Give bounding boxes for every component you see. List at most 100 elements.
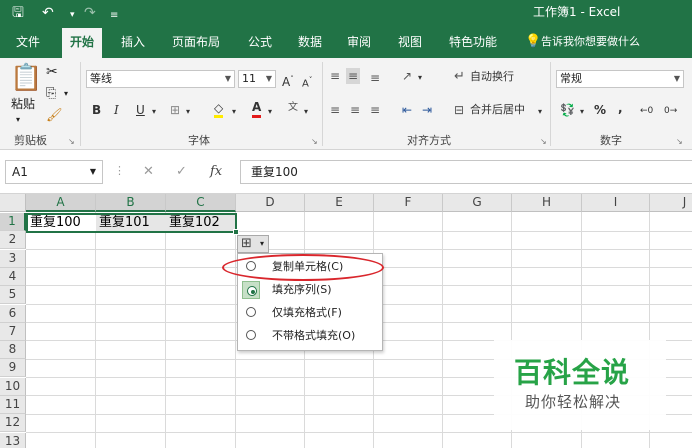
copy-icon[interactable]: ⎘ [46, 86, 56, 102]
customize-toolbar-icon[interactable]: ≡ [110, 6, 118, 26]
menu-item-fill-formatting-only[interactable]: 仅填充格式(F) [238, 302, 382, 324]
merge-center-icon[interactable]: ⊟ [454, 102, 464, 118]
insert-function-icon[interactable]: fx [210, 164, 222, 179]
underline-dropdown-icon[interactable]: ▾ [152, 104, 156, 120]
row-header-5[interactable]: 5 [0, 286, 26, 305]
column-header-f[interactable]: F [374, 194, 443, 212]
dialog-launcher-icon[interactable]: ↘ [676, 134, 683, 150]
menu-item-fill-without-formatting[interactable]: 不带格式填充(O) [238, 325, 382, 347]
shrink-font-icon[interactable]: A˅ [302, 72, 312, 92]
merge-dropdown-icon[interactable]: ▾ [538, 104, 542, 120]
bold-button[interactable]: B [92, 102, 101, 118]
font-name-value: 等线 [90, 72, 112, 85]
undo-icon[interactable]: ↶ [42, 3, 54, 23]
row-header-10[interactable]: 10 [0, 377, 26, 396]
currency-icon[interactable]: 💱 [560, 102, 575, 118]
tab-file[interactable]: 文件 [16, 26, 40, 58]
currency-dropdown-icon[interactable]: ▾ [580, 104, 584, 120]
row-header-3[interactable]: 3 [0, 249, 26, 268]
watermark-subtitle: 助你轻松解决 [525, 393, 622, 411]
alignment-group-label: 对齐方式 [407, 134, 451, 147]
cancel-icon[interactable]: ✕ [143, 164, 154, 179]
column-header-h[interactable]: H [512, 194, 582, 212]
font-color-icon[interactable]: A [252, 100, 262, 118]
column-header-i[interactable]: I [582, 194, 650, 212]
increase-decimal-icon[interactable]: ←0 [640, 103, 653, 119]
tell-me-search[interactable]: 告诉我你想要做什么 [541, 26, 640, 58]
formula-input[interactable]: 重复100 [240, 160, 692, 184]
row-header-9[interactable]: 9 [0, 359, 26, 378]
tab-data[interactable]: 数据 [298, 26, 322, 58]
auto-fill-options-button[interactable]: ⊞ ▾ [237, 235, 269, 253]
tab-review[interactable]: 审阅 [347, 26, 371, 58]
font-color-dropdown-icon[interactable]: ▾ [268, 104, 272, 120]
comma-style-button[interactable]: , [618, 100, 623, 116]
tab-formulas[interactable]: 公式 [248, 26, 272, 58]
dialog-launcher-icon[interactable]: ↘ [68, 134, 75, 150]
format-painter-icon[interactable]: 🖌 [46, 108, 63, 124]
radio-icon [246, 307, 256, 317]
column-header-a[interactable]: A [26, 194, 96, 212]
select-all-corner[interactable] [0, 194, 26, 212]
column-header-e[interactable]: E [305, 194, 374, 212]
italic-button[interactable]: I [114, 102, 119, 118]
column-header-c[interactable]: C [166, 194, 236, 212]
percent-button[interactable]: % [594, 102, 606, 118]
row-header-4[interactable]: 4 [0, 267, 26, 286]
font-name-select[interactable]: 等线 ▼ [86, 70, 235, 88]
tab-view[interactable]: 视图 [398, 26, 422, 58]
tab-features[interactable]: 特色功能 [449, 26, 497, 58]
align-middle-icon[interactable]: ≡ [346, 68, 361, 84]
grow-font-icon[interactable]: A˄ [282, 71, 294, 90]
tab-page-layout[interactable]: 页面布局 [172, 26, 220, 58]
cut-icon[interactable]: ✂ [46, 64, 58, 80]
copy-dropdown-icon[interactable]: ▾ [64, 86, 68, 102]
wrap-text-button[interactable]: 自动换行 [470, 69, 514, 85]
align-right-icon[interactable]: ≡ [370, 102, 380, 118]
wrap-text-icon[interactable]: ↵ [454, 69, 465, 85]
number-format-select[interactable]: 常规 ▼ [556, 70, 684, 88]
borders-icon[interactable]: ⊞ [170, 102, 180, 118]
increase-indent-icon[interactable]: ⇥ [422, 102, 432, 118]
orientation-dropdown-icon[interactable]: ▾ [418, 70, 422, 86]
row-header-8[interactable]: 8 [0, 341, 26, 360]
decrease-decimal-icon[interactable]: 0→ [664, 103, 677, 119]
fill-color-icon[interactable]: ◇ [214, 102, 224, 118]
underline-button[interactable]: U [136, 102, 145, 118]
align-center-icon[interactable]: ≡ [350, 102, 360, 118]
merge-center-button[interactable]: 合并后居中 [470, 102, 525, 118]
name-box[interactable]: A1 ▼ [5, 160, 103, 184]
row-header-11[interactable]: 11 [0, 396, 26, 414]
enter-icon[interactable]: ✓ [176, 164, 187, 179]
decrease-indent-icon[interactable]: ⇤ [402, 102, 412, 118]
row-header-7[interactable]: 7 [0, 322, 26, 341]
paste-dropdown-icon[interactable]: ▾ [16, 112, 20, 128]
row-header-12[interactable]: 12 [0, 414, 26, 433]
column-header-d[interactable]: D [236, 194, 305, 212]
fill-color-dropdown-icon[interactable]: ▾ [232, 104, 236, 120]
column-header-g[interactable]: G [443, 194, 512, 212]
column-header-j[interactable]: J [650, 194, 692, 212]
save-icon[interactable]: 🖫 [12, 3, 24, 23]
phonetic-guide-icon[interactable]: 文 [288, 100, 298, 116]
row-header-1[interactable]: 1 [0, 213, 26, 231]
tab-insert[interactable]: 插入 [121, 26, 145, 58]
align-bottom-icon[interactable]: ≡ [370, 70, 380, 86]
dialog-launcher-icon[interactable]: ↘ [540, 134, 547, 150]
paste-button[interactable]: 粘贴 [11, 96, 35, 112]
row-header-6[interactable]: 6 [0, 304, 26, 323]
row-header-13[interactable]: 13 [0, 432, 26, 448]
align-top-icon[interactable]: ≡ [330, 68, 340, 84]
menu-item-fill-series[interactable]: 填充序列(S) [238, 279, 382, 301]
orientation-icon[interactable]: ↗ [402, 68, 412, 84]
column-header-b[interactable]: B [96, 194, 166, 212]
tab-home[interactable]: 开始 [62, 28, 103, 58]
font-size-select[interactable]: 11 ▼ [238, 70, 276, 88]
row-header-2[interactable]: 2 [0, 231, 26, 250]
align-left-icon[interactable]: ≡ [330, 102, 340, 118]
borders-dropdown-icon[interactable]: ▾ [186, 104, 190, 120]
redo-icon[interactable]: ↷ [84, 3, 96, 23]
dialog-launcher-icon[interactable]: ↘ [311, 134, 318, 150]
paste-icon[interactable]: 📋 [10, 64, 42, 92]
phonetic-dropdown-icon[interactable]: ▾ [304, 104, 308, 120]
